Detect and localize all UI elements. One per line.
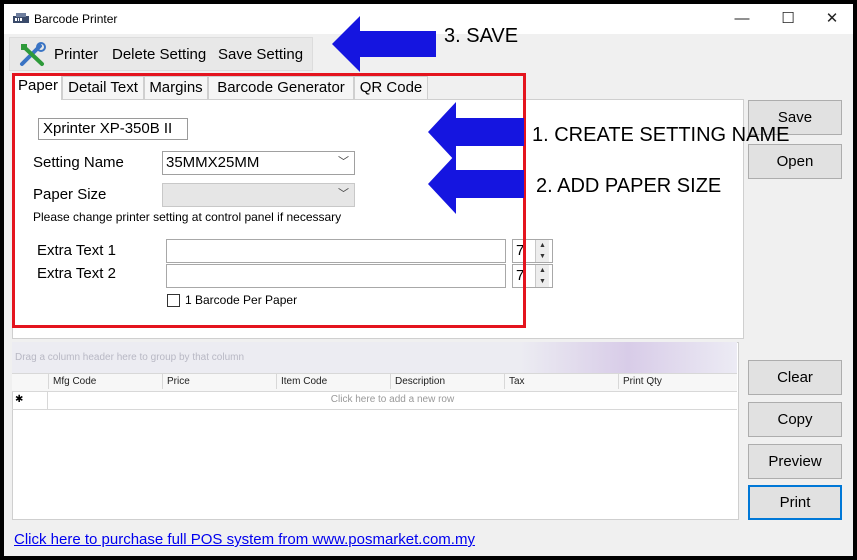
delete-setting-button[interactable]: Delete Setting [112,46,206,63]
annotation-step-3: 3. SAVE [444,25,519,47]
column-header-price[interactable]: Price [162,374,277,389]
window-title: Barcode Printer [34,12,118,26]
spin-arrows-icon[interactable]: ▲ ▼ [535,240,549,262]
group-panel-text: Drag a column header here to group by th… [15,352,245,363]
minimize-button[interactable]: — [722,6,762,32]
close-button[interactable]: ✕ [812,6,852,32]
arrow-left-icon [332,16,436,72]
column-header-item-code[interactable]: Item Code [276,374,391,389]
new-row-indicator-icon: ✱ [12,391,48,409]
annotation-step-1: 1. CREATE SETTING NAME [532,124,790,146]
column-header-mfg-code[interactable]: Mfg Code [48,374,163,389]
purchase-pos-link[interactable]: Click here to purchase full POS system f… [14,531,475,548]
save-setting-button[interactable]: Save Setting [218,46,303,63]
copy-button[interactable]: Copy [748,402,842,437]
app-window: Barcode Printer — ☐ ✕ Printer Delete Set… [4,4,853,556]
barcode-printer-icon [13,13,29,23]
maximize-button[interactable]: ☐ [768,6,808,32]
open-button[interactable]: Open [748,144,842,179]
preview-button[interactable]: Preview [748,444,842,479]
spin-arrows-icon[interactable]: ▲ ▼ [535,265,549,287]
arrow-left-icon [428,102,524,162]
column-header-print-qty[interactable]: Print Qty [618,374,733,389]
printer-button[interactable]: Printer [54,46,98,63]
new-row-prompt[interactable]: Click here to add a new row [48,391,737,409]
column-header-description[interactable]: Description [390,374,505,389]
print-button[interactable]: Print [748,485,842,520]
tools-icon [20,42,46,66]
clear-button[interactable]: Clear [748,360,842,395]
toolbar: Printer Delete Setting Save Setting [9,37,313,71]
annotation-step-2: 2. ADD PAPER SIZE [536,175,722,197]
arrow-left-icon [428,154,524,214]
column-header-tax[interactable]: Tax [504,374,619,389]
